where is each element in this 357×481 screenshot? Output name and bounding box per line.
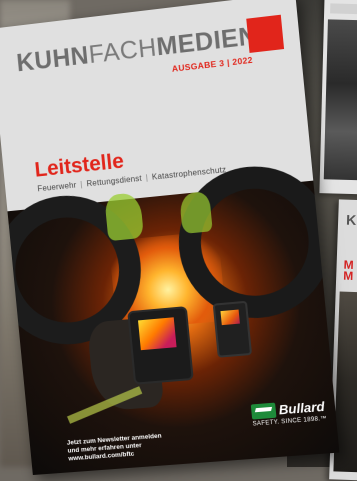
newsletter-callout: Jetzt zum Newsletter anmelden und mehr e… [67,429,217,464]
second-cover-title: MM [343,259,354,283]
magazine-cover: KUHN FACH MEDIEN AUSGABE 3 | 2022 Leitst… [0,0,340,476]
masthead-fach: FACH [87,33,158,70]
thermal-camera [127,306,194,385]
brand-name: Bullard [278,398,326,418]
masthead: KUHN FACH MEDIEN [15,22,259,89]
cover-photo-firefighters: Jetzt zum Newsletter anmelden und mehr e… [0,159,340,476]
second-cover-logo: KU [345,211,357,229]
thermal-camera-screen [138,317,177,351]
back-cover-photo [323,19,357,181]
bullard-logo-icon [250,402,277,420]
thermal-camera-small-screen [220,309,240,326]
bullard-brand: Bullard SAFETY. SINCE 1898.™ [250,398,331,428]
masthead-red-square [246,14,285,53]
green-glove-right [178,191,213,234]
back-magazine-cover [319,0,357,195]
thermal-camera-small [212,300,253,358]
masthead-kuhn: KUHN [15,41,91,78]
green-glove-left [104,192,145,242]
back-cover-header [330,3,357,15]
subline-item: Feuerwehr [37,180,77,194]
